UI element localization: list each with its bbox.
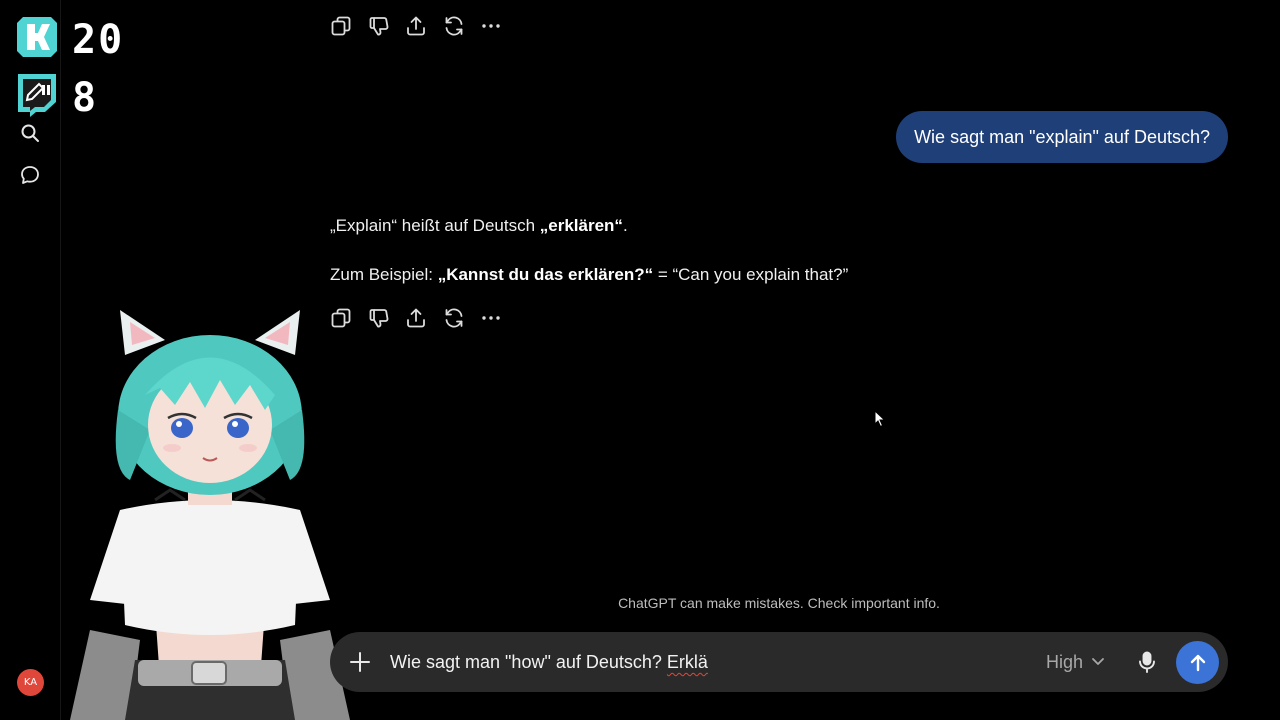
arrow-up-icon [1190,654,1205,671]
assistant-bold-text: „erklären“ [539,216,623,235]
thumbs-down-icon[interactable] [368,306,406,330]
microphone-button[interactable] [1135,650,1159,674]
search-icon[interactable] [17,120,43,146]
prompt-input[interactable]: Wie sagt man "how" auf Deutsch? Erklä [390,650,708,674]
prompt-input-text: Wie sagt man "how" auf Deutsch? [390,652,667,672]
message-actions-top [330,14,518,38]
user-message-bubble: Wie sagt man "explain" auf Deutsch? [896,111,1228,163]
more-icon[interactable] [480,306,518,330]
prompt-input-misspelled-word: Erklä [666,652,708,672]
mouse-cursor-icon [874,409,886,433]
assistant-message: „Explain“ heißt auf Deutsch „erklären“. … [330,214,848,312]
regenerate-icon[interactable] [443,14,481,38]
counter-line-1: 20 [72,17,125,63]
model-select-label: High [1046,651,1084,672]
assistant-text: = “Can you explain that?” [653,265,849,284]
chat-bubble-icon[interactable] [17,162,43,188]
assistant-line-2: Zum Beispiel: „Kannst du das erklären?“ … [330,263,848,287]
assistant-bold-text: „Kannst du das erklären?“ [437,265,654,284]
twitch-icon [15,72,59,118]
vtuber-avatar-image [60,300,360,720]
disclaimer-text: ChatGPT can make mistakes. Check importa… [618,595,940,611]
more-icon[interactable] [480,14,518,38]
share-icon[interactable] [405,306,443,330]
counter-line-2: 8 [72,75,99,121]
avatar[interactable]: KA [17,669,44,696]
share-icon[interactable] [405,14,443,38]
model-select-dropdown[interactable]: High [1046,650,1105,674]
assistant-line-1: „Explain“ heißt auf Deutsch „erklären“. [330,214,848,238]
copy-icon[interactable] [330,14,368,38]
message-composer[interactable]: Wie sagt man "how" auf Deutsch? Erklä Hi… [330,632,1228,692]
thumbs-down-icon[interactable] [368,14,406,38]
send-button[interactable] [1176,641,1219,684]
regenerate-icon[interactable] [443,306,481,330]
add-attachment-button[interactable] [348,650,372,674]
chevron-down-icon [1091,652,1105,673]
assistant-text: „Explain“ heißt auf Deutsch [330,216,540,235]
assistant-text: . [622,216,628,235]
assistant-text: Zum Beispiel: [330,265,438,284]
kick-logo-icon [15,15,59,59]
